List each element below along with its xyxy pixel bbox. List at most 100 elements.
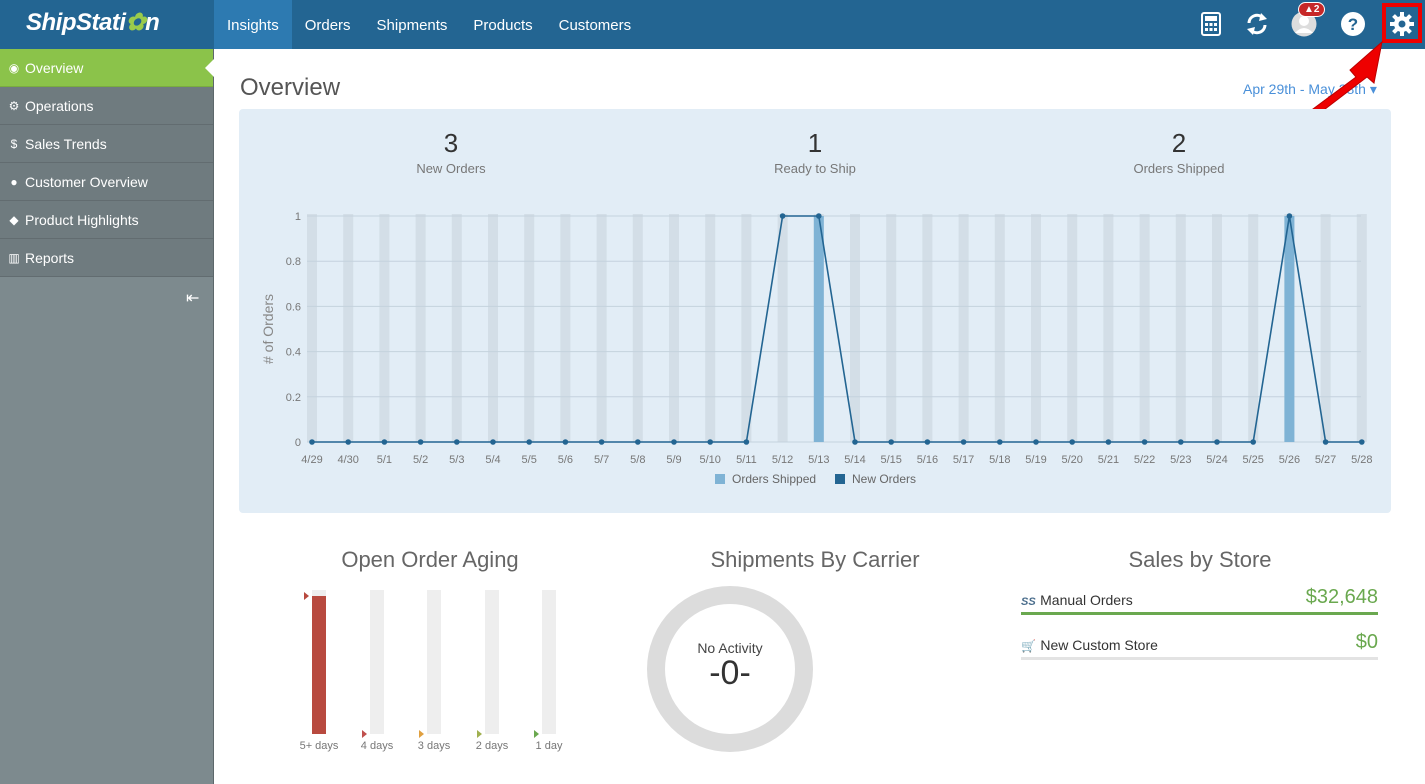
x-tick-label: 4/30 [337,454,358,466]
stat-orders-shipped: 2 Orders Shipped [1133,128,1225,176]
legend-swatch [715,474,725,484]
chart-column-stripe [705,214,716,442]
aging-bar [427,590,441,734]
stores-title: Sales by Store [1128,547,1272,572]
new-orders-point [1322,439,1329,445]
store-bar-track [1021,657,1378,660]
chart-column-stripe [488,214,498,442]
sidebar-item-product-highlights[interactable]: ◆ Product Highlights [0,201,213,239]
nav-shipments[interactable]: Shipments [364,0,461,49]
aging-label: 3 days [417,740,451,752]
tags-icon: ◆ [9,212,19,227]
y-tick-label: 1 [295,211,301,223]
new-orders-point [960,439,967,445]
new-orders-point [635,439,641,445]
aging-label: 1 day [535,740,563,752]
y-tick-label: 0.2 [286,392,301,404]
chart-column-stripe [994,214,1005,442]
calculator-icon[interactable] [1198,10,1224,38]
store-bar-track [1021,612,1378,615]
aging-title: Open Order Aging [341,547,519,572]
nav-insights[interactable]: Insights [214,0,292,49]
logo-gear-icon: ✿ [125,9,146,36]
aging-label: 5+ days [299,740,339,752]
sidebar-item-customer-overview[interactable]: ● Customer Overview [0,163,213,201]
carrier-value: -0- [709,654,751,692]
alert-badge[interactable]: ▲2 [1298,2,1326,17]
sidebar-item-sales-trends[interactable]: $ Sales Trends [0,125,213,163]
x-tick-label: 5/23 [1170,454,1191,466]
x-tick-label: 5/7 [594,454,609,466]
aging-label: 4 days [360,740,394,752]
new-orders-point [816,213,822,219]
chart-column-stripe [777,214,788,442]
y-axis-label: # of Orders [260,294,276,364]
x-tick-label: 5/12 [772,454,793,466]
chart-column-stripe [632,214,643,442]
x-tick-label: 5/9 [666,454,681,466]
x-tick-label: 5/2 [413,454,428,466]
new-orders-point [707,439,713,445]
store-row[interactable]: SS Manual Orders $32,648 [1021,586,1378,615]
aging-marker [419,730,424,738]
sidebar-item-reports[interactable]: ▥ Reports [0,239,213,277]
x-tick-label: 5/8 [630,454,645,466]
chart-column-stripe [1356,214,1367,442]
new-orders-point [1286,213,1293,219]
users-icon: ● [10,174,18,189]
main-nav: Insights Orders Shipments Products Custo… [214,0,644,49]
new-orders-point [924,439,931,445]
new-orders-point [1105,439,1112,445]
chart-column-stripe [415,214,426,442]
new-orders-point [454,439,460,445]
x-tick-label: 5/25 [1242,454,1263,466]
x-tick-label: 5/27 [1315,454,1336,466]
chart-column-stripe [524,214,535,442]
new-orders-point [1359,439,1365,445]
chart-column-stripe [850,214,860,442]
aging-bar [485,590,499,734]
new-orders-point [1214,439,1220,445]
new-orders-point [1069,439,1075,445]
sidebar-item-overview[interactable]: ◉ Overview [0,49,214,87]
aging-bar-fill [312,595,326,734]
cart-icon: 🛒 [1021,639,1036,653]
aging-marker [362,730,367,738]
y-tick-label: 0.4 [286,347,301,359]
chart-column-stripe [741,214,752,442]
chart-column-stripe [343,214,354,442]
chart-column-stripe [560,214,571,442]
x-tick-label: 5/28 [1351,454,1372,466]
orders-chart: 00.20.40.60.81# of Orders4/29 4/30 5/1 5/2 5… [260,211,1373,486]
sidebar-item-operations[interactable]: ⚙ Operations [0,87,213,125]
chart-column-stripe [307,214,317,442]
x-tick-label: 5/1 [377,454,392,466]
aging-label: 2 days [475,740,509,752]
chart-column-stripe [596,214,607,442]
carrier-title: Shipments By Carrier [710,547,920,572]
eye-icon: ◉ [8,60,20,75]
x-tick-label: 5/22 [1134,454,1155,466]
nav-products[interactable]: Products [460,0,545,49]
x-tick-label: 5/14 [844,454,865,466]
nav-orders[interactable]: Orders [292,0,364,49]
nav-customers[interactable]: Customers [546,0,645,49]
new-orders-point [852,439,858,445]
chart-column-stripe [886,214,897,442]
aging-bar [542,590,556,734]
collapse-sidebar-icon[interactable]: ⇤ [186,288,199,308]
chart-column-stripe [669,214,679,442]
x-tick-label: 5/15 [880,454,901,466]
refresh-icon[interactable] [1244,10,1270,38]
logo[interactable]: ShipStati✿n [26,8,160,37]
dollar-icon: $ [10,136,18,151]
new-orders-point [1178,439,1184,445]
orders-shipped-bar [813,216,824,442]
x-tick-label: 5/13 [808,454,829,466]
chart-column-stripe [379,214,390,442]
store-row[interactable]: 🛒 New Custom Store $0 [1021,631,1378,660]
new-orders-point [417,439,424,445]
new-orders-point [345,439,351,445]
x-tick-label: 5/20 [1061,454,1082,466]
new-orders-line [312,215,1362,443]
